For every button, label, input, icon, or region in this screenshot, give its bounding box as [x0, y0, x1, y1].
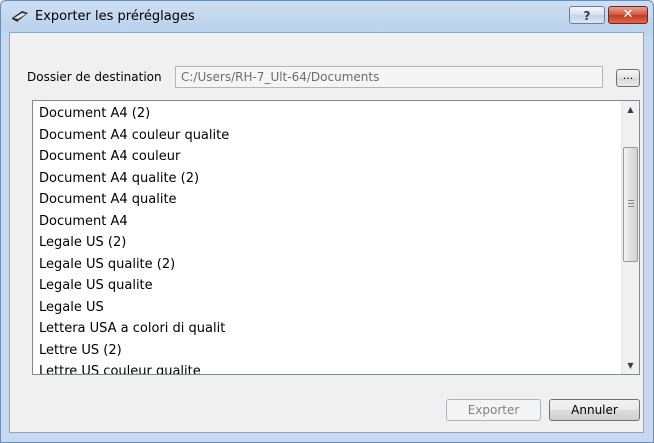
list-item[interactable]: Document A4 couleur qualite	[33, 125, 621, 147]
close-icon: ✕	[622, 7, 634, 22]
close-button[interactable]: ✕	[608, 6, 648, 24]
list-item[interactable]: Legale US qualite	[33, 275, 621, 297]
scroll-thumb[interactable]	[623, 147, 638, 262]
list-item[interactable]: Lettre US couleur qualite	[33, 361, 621, 374]
list-item[interactable]: Legale US qualite (2)	[33, 254, 621, 276]
export-presets-dialog: Exporter les préréglages ? ✕ Dossier de …	[0, 0, 654, 443]
scroll-up-arrow-icon[interactable]: ▲	[622, 101, 639, 118]
list-item[interactable]: Document A4 couleur	[33, 146, 621, 168]
title-bar[interactable]: Exporter les préréglages ? ✕	[1, 1, 653, 33]
export-button[interactable]: Exporter	[446, 399, 541, 421]
list-item[interactable]: Document A4 qualite (2)	[33, 168, 621, 190]
cancel-button[interactable]: Annuler	[549, 399, 640, 421]
list-item[interactable]: Document A4	[33, 211, 621, 233]
scanner-icon	[12, 11, 28, 22]
list-item[interactable]: Lettera USA a colori di qualit	[33, 318, 621, 340]
presets-list[interactable]: Document A4 (2) Document A4 couleur quali…	[32, 100, 640, 375]
vertical-scrollbar[interactable]: ▲ ▼	[621, 101, 639, 374]
window-title: Exporter les préréglages	[35, 9, 195, 24]
scroll-down-arrow-icon[interactable]: ▼	[622, 357, 639, 374]
destination-path-field[interactable]: C:/Users/RH-7_Ult-64/Documents	[175, 66, 603, 88]
browse-button[interactable]: ...	[616, 69, 640, 87]
list-item[interactable]: Legale US	[33, 297, 621, 319]
help-button[interactable]: ?	[569, 6, 605, 24]
grip-icon	[628, 200, 634, 207]
list-item[interactable]: Lettre US (2)	[33, 340, 621, 362]
list-item[interactable]: Legale US (2)	[33, 232, 621, 254]
presets-list-items: Document A4 (2) Document A4 couleur quali…	[33, 101, 621, 374]
destination-label: Dossier de destination	[27, 70, 162, 84]
list-item[interactable]: Document A4 qualite	[33, 189, 621, 211]
list-item[interactable]: Document A4 (2)	[33, 103, 621, 125]
